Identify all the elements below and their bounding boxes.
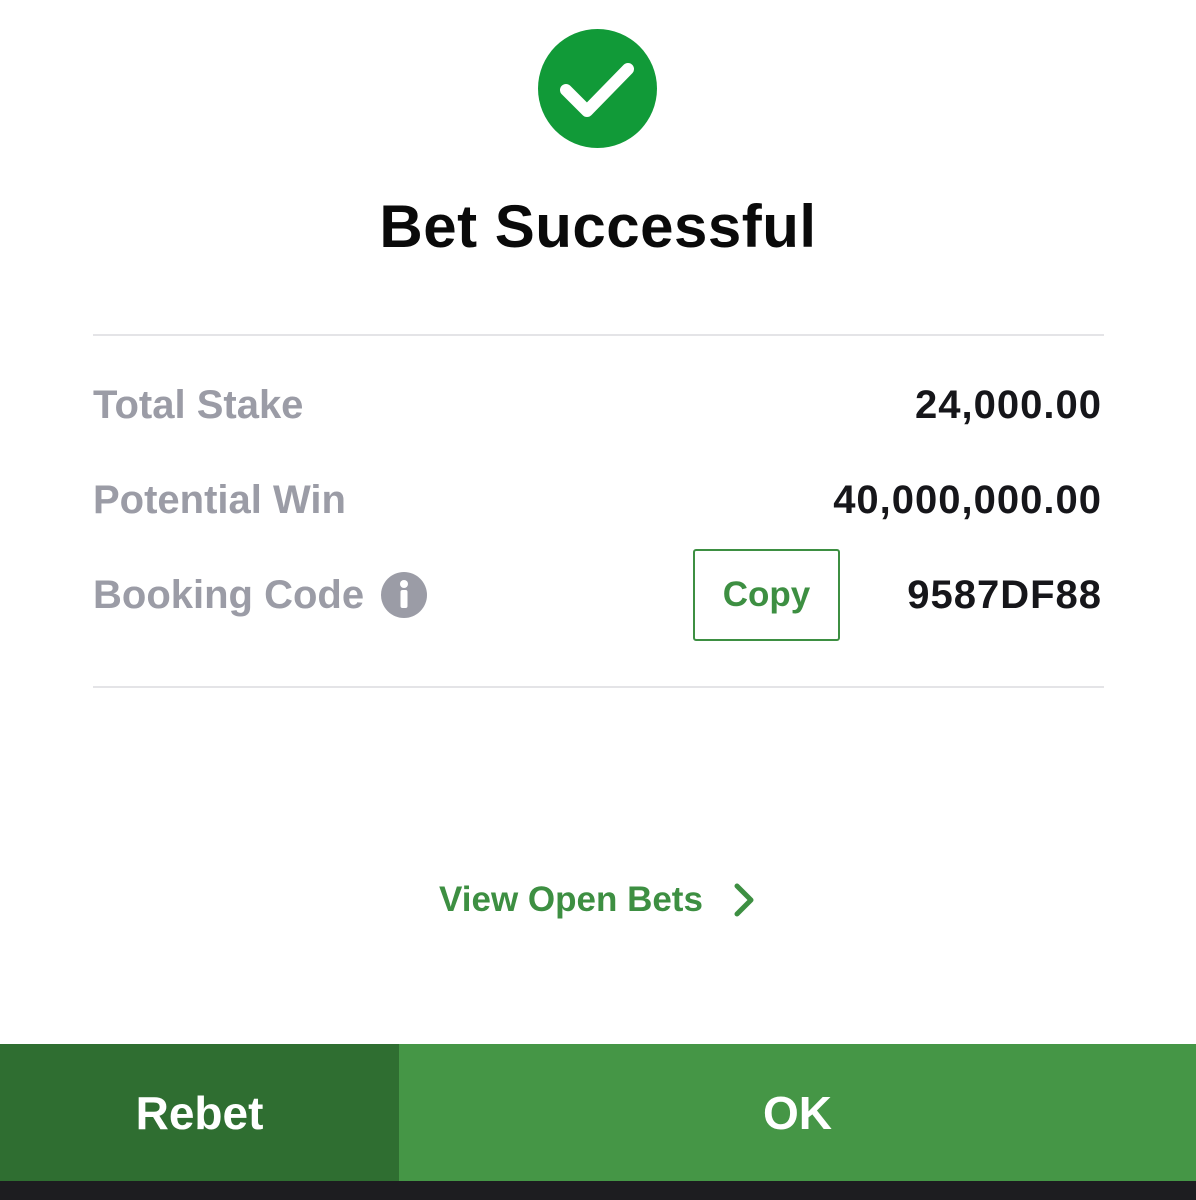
potential-win-label: Potential Win <box>93 478 346 522</box>
bet-success-dialog: Bet Successful Total Stake 24,000.00 Pot… <box>0 0 1196 1200</box>
rebet-button[interactable]: Rebet <box>0 1044 399 1181</box>
ok-button[interactable]: OK <box>399 1044 1196 1181</box>
checkmark-icon <box>560 63 634 117</box>
checkmark-circle-icon <box>538 29 657 148</box>
total-stake-value: 24,000.00 <box>915 383 1102 427</box>
info-icon[interactable] <box>381 572 427 618</box>
chevron-right-icon <box>734 883 754 917</box>
view-open-bets-link[interactable]: View Open Bets <box>0 880 1196 920</box>
page-title: Bet Successful <box>379 193 817 260</box>
view-open-bets-label: View Open Bets <box>439 880 703 919</box>
total-stake-label: Total Stake <box>93 383 304 427</box>
bottom-strip <box>0 1181 1196 1200</box>
divider-bottom <box>93 686 1104 688</box>
potential-win-value: 40,000,000.00 <box>833 478 1102 522</box>
booking-code-label: Booking Code <box>93 573 365 617</box>
divider-top <box>93 334 1104 336</box>
booking-code-value: 9587DF88 <box>907 573 1102 617</box>
copy-button[interactable]: Copy <box>693 549 840 641</box>
action-bar: Rebet OK <box>0 1044 1196 1181</box>
